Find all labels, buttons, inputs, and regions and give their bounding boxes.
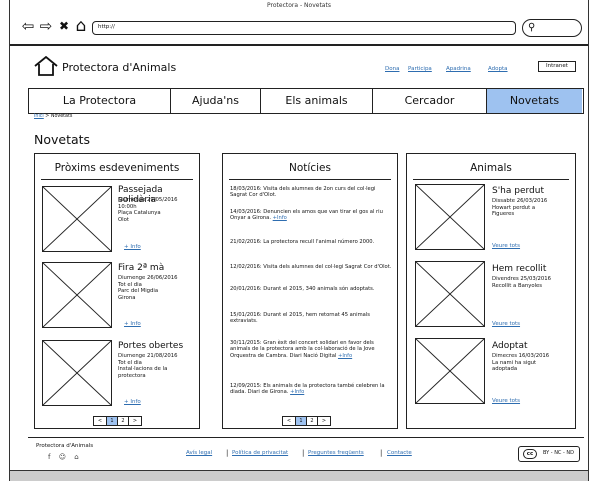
social-icons[interactable]: f ☺ ⌂ [48,453,82,461]
breadcrumb-home-link[interactable]: Inici [34,114,44,119]
site-name: Protectora d'Animals [62,61,177,74]
footer-site-name: Protectora d'Animals [36,443,94,449]
browser-toolbar: ⇦ ⇨ ✖ ⌂ http:// ⚲ [10,12,588,46]
search-icon: ⚲ [528,22,536,33]
toplink-adopta[interactable]: Adopta [488,66,508,72]
event-more-link[interactable]: + Info [124,244,141,250]
footer-divider [28,437,584,438]
divider [41,179,193,180]
footer-separator: | [226,449,229,457]
intranet-button[interactable]: Intranet [538,61,576,72]
nav-ajudans[interactable]: Ajuda'ns [171,89,261,113]
see-all-link[interactable]: Veure tots [492,243,520,249]
event-details: Diumenge 21/08/2016 Tot el dia Instal·la… [118,353,178,379]
main-nav: La Protectora Ajuda'ns Els animals Cerca… [28,88,584,114]
event-more-link[interactable]: + Info [124,399,141,405]
pager-prev-button[interactable]: < [93,416,107,426]
event-details: Diumenge 26/06/2016 Tot el dia Parc del … [118,275,178,301]
image-placeholder [42,340,112,406]
news-title: Notícies [289,162,331,174]
news-item: 20/01/2016: Durant el 2015, 340 animals … [230,286,375,292]
events-pager: < 1 2 > [93,416,142,426]
news-item: 30/11/2015: Gran èxit del concert solida… [230,340,375,359]
events-panel: Pròxims esdeveniments Passejada solidàri… [34,153,200,429]
address-bar[interactable]: http:// [92,21,516,35]
divider [413,179,569,180]
news-item: 18/03/2016: Visita dels alumnes de 2on c… [230,186,376,199]
image-placeholder [415,184,485,250]
breadcrumb-separator: > [45,114,50,119]
image-placeholder [42,262,112,328]
event-more-link[interactable]: + Info [124,321,141,327]
animals-title: Animals [470,162,512,174]
footer-link-faq[interactable]: Preguntes freqüents [308,450,364,456]
news-item: 15/01/2016: Durant el 2015, hem retornat… [230,312,370,325]
breadcrumb-current: Novetats [50,114,73,119]
image-placeholder [415,261,485,327]
license-label: BY - NC - ND [543,450,574,456]
browser-search-field[interactable]: ⚲ [522,19,582,37]
events-title: Pròxims esdeveniments [54,162,180,174]
news-more-link[interactable]: +Info [273,215,287,221]
home-logo-icon[interactable] [34,56,58,76]
pager-next-button[interactable]: > [317,416,331,426]
nav-els-animals[interactable]: Els animals [261,89,373,113]
news-more-link[interactable]: +Info [338,353,352,359]
license-badge[interactable]: cc BY - NC - ND [518,446,580,462]
footer-separator: | [380,449,383,457]
cc-license-icon: cc [523,449,537,459]
news-item: 14/03/2016: Denuncien els amos que van t… [230,209,383,222]
breadcrumb: Inici > Novetats [34,114,72,119]
toplink-apadrina[interactable]: Apadrina [446,66,471,72]
footer-separator: | [302,449,305,457]
see-all-link[interactable]: Veure tots [492,398,520,404]
news-more-link[interactable]: +Info [290,389,304,395]
footer-link-privacy[interactable]: Política de privacitat [232,450,288,456]
pager-next-button[interactable]: > [128,416,142,426]
divider [229,179,391,180]
toplink-participa[interactable]: Participa [408,66,432,72]
close-icon[interactable]: ✖ [56,18,72,34]
forward-arrow-icon[interactable]: ⇨ [38,18,54,34]
see-all-link[interactable]: Veure tots [492,321,520,327]
event-details: Diumenge 29/05/2016 10:00h Plaça Catalun… [118,197,178,223]
news-item: 21/02/2016: La protectora recull l'anima… [230,239,375,245]
toplink-dona[interactable]: Dona [385,66,399,72]
animal-details: Dissabte 26/03/2016 Howart perdut a Figu… [492,198,548,218]
home-icon[interactable]: ⌂ [73,18,89,35]
window-title: Protectora - Novetats [267,2,331,9]
nav-novetats[interactable]: Novetats [487,89,582,113]
animal-details: Dimecres 16/03/2016 La nami ha sigut ado… [492,353,550,373]
animals-panel: Animals S'ha perdut Dissabte 26/03/2016 … [406,153,576,429]
news-pager: < 1 2 > [282,416,331,426]
status-bar [10,470,588,481]
animal-status-title: Adoptat [492,341,528,351]
back-arrow-icon[interactable]: ⇦ [20,18,36,34]
news-item: 12/09/2015: Els animals de la protectora… [230,383,385,396]
news-panel: Notícies 18/03/2016: Visita dels alumnes… [222,153,398,429]
event-title: Portes obertes [118,341,184,351]
news-item: 12/02/2016: Visita dels alumnes del col·… [230,264,392,270]
nav-la-protectora[interactable]: La Protectora [29,89,171,113]
animal-status-title: S'ha perdut [492,186,545,196]
event-title: Fira 2ª mà [118,263,165,273]
animal-details: Divendres 25/03/2016 Recollit a Banyoles [492,276,551,289]
image-placeholder [42,186,112,252]
page-title: Novetats [34,132,91,147]
pager-prev-button[interactable]: < [282,416,296,426]
footer-link-contact[interactable]: Contacte [387,450,412,456]
footer-link-legal[interactable]: Avís legal [186,450,212,456]
browser-window: Protectora - Novetats ⇦ ⇨ ✖ ⌂ http:// ⚲ … [9,0,589,481]
animal-status-title: Hem recollit [492,264,547,274]
nav-cercador[interactable]: Cercador [373,89,487,113]
image-placeholder [415,338,485,404]
